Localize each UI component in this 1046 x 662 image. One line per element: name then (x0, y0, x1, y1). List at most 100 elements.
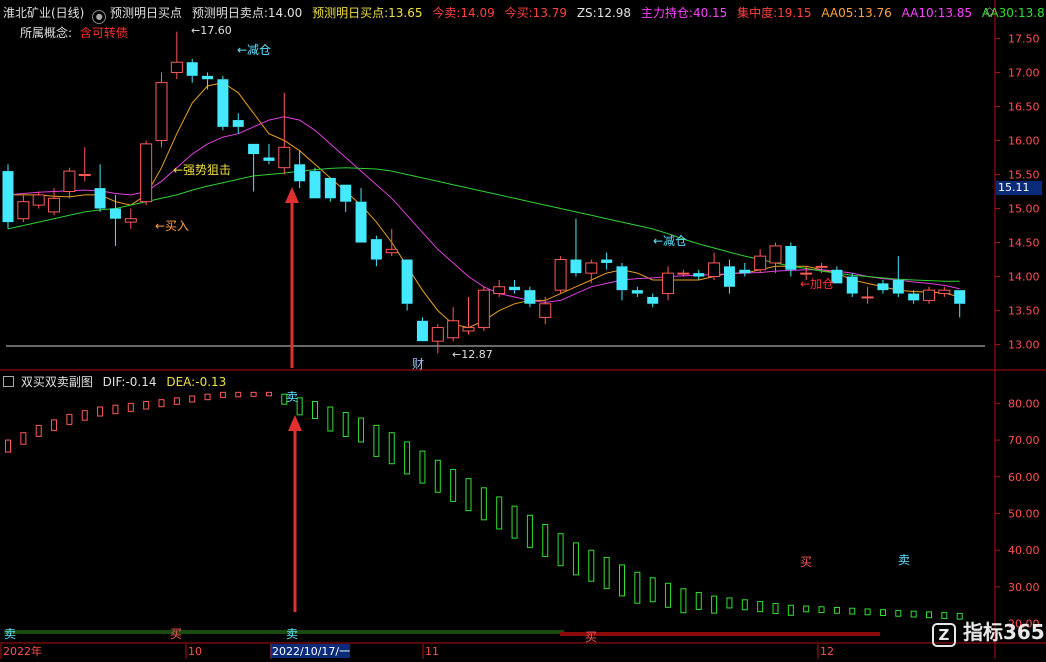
reduce-position-label: ←减仓 (653, 234, 687, 248)
stock-chart-svg[interactable]: 17.50 17.00 16.50 16.00 15.50 15.00 14.50 14.00… (0, 0, 1046, 659)
sub-bar (5, 439, 11, 453)
aa30-value: 13.8 (1017, 6, 1045, 20)
header-bar: 淮北矿业(日线) ● 预测明日买点 预测明日卖点:14.00 预测明日买点: 13… (3, 4, 1045, 24)
current-price-tag: 15.11 (996, 181, 1042, 195)
y-tick-label: 17.00 (1008, 66, 1040, 79)
concept-value[interactable]: 含可转债 (80, 26, 128, 40)
buy-signal-label: 买 (800, 555, 812, 569)
candle-body (48, 197, 61, 213)
sub-bar (127, 402, 134, 412)
sell-label: 预测明日卖点: (191, 6, 268, 20)
x-tick-label: 10 (188, 645, 202, 658)
candle-body (309, 171, 321, 199)
sub-bar (649, 577, 656, 603)
candle-body (248, 143, 260, 155)
sell-signal-label: 卖 (4, 627, 16, 641)
candle-body (662, 272, 675, 295)
sub-bar (250, 391, 257, 397)
main-hold-label: 主力持仓: (640, 6, 693, 20)
y-tick-label: 16.00 (1008, 134, 1040, 147)
candlesticks (2, 31, 966, 354)
candle-body (217, 79, 229, 127)
candle-body (509, 286, 521, 291)
candle-body (109, 208, 121, 219)
zs-value: 12.98 (596, 6, 632, 20)
candle-body (385, 248, 398, 254)
sub-bar (526, 514, 533, 548)
indicator-name[interactable]: 预测明日买点 (110, 6, 182, 20)
sub-bar (358, 417, 365, 443)
candle-body (892, 279, 904, 294)
sub-bar (97, 406, 104, 417)
candle-body (447, 320, 460, 339)
dea-label: DEA: (166, 375, 196, 389)
candle-body (355, 201, 367, 243)
y-tick-label: 14.00 (1008, 271, 1040, 284)
expand-icon[interactable]: ◇ (985, 4, 994, 18)
aa10-label: AA10: (901, 6, 938, 20)
sub-bar (496, 496, 503, 530)
sub-bar (20, 432, 27, 445)
candle-body (754, 255, 767, 271)
collapse-icon[interactable] (3, 376, 14, 387)
candle-body (431, 327, 444, 342)
sub-bar (634, 571, 641, 604)
conc-label: 集中度: (737, 6, 778, 20)
candle-body (631, 290, 643, 294)
sub-bar (926, 611, 932, 619)
candle-body (324, 177, 336, 199)
aa10-value: 13.85 (937, 6, 973, 20)
sub-bar (404, 441, 411, 475)
candle-body (186, 62, 198, 76)
candle-body (401, 259, 413, 304)
sub-bar (665, 582, 672, 608)
sub-bar (327, 406, 334, 432)
sub-bar (833, 606, 840, 614)
candle-body (263, 157, 275, 161)
zs-label: ZS: (576, 6, 597, 20)
candle-body (785, 245, 797, 270)
sell-value: 14.00 (267, 6, 303, 20)
buy-label: 预测明日买点: (312, 6, 389, 20)
sub-indicator-name[interactable]: 双买双卖副图 (21, 375, 93, 389)
sub-bar (342, 412, 349, 438)
gear-icon[interactable]: ● (92, 10, 107, 24)
candle-body (140, 143, 153, 203)
sub-bar (757, 601, 764, 613)
candle-body (462, 327, 475, 332)
chart-stage: 17.50 17.00 16.50 16.00 15.50 15.00 14.50 14.00… (0, 0, 1046, 659)
current-price-value: 15.11 (998, 181, 1030, 194)
sub-bar (480, 487, 487, 521)
candle-body (202, 75, 214, 80)
sub-bar (557, 533, 564, 567)
high-annotation: ←17.60 (191, 24, 232, 37)
reduce-position-label: ←减仓 (237, 43, 271, 57)
candle-body (723, 266, 735, 287)
candle-body (708, 262, 721, 278)
add-position-label: ←加仓 (800, 277, 834, 291)
candle-body (416, 320, 428, 342)
sub-bar (312, 401, 318, 420)
sub-bar (450, 468, 457, 502)
x-tick-label: 12 (820, 645, 834, 658)
candle-body (554, 259, 567, 291)
sub-y-tick-label: 60.00 (1008, 471, 1040, 484)
aa05-value: 13.76 (857, 6, 892, 20)
low-annotation: ←12.87 (452, 348, 493, 361)
sub-bar (204, 393, 211, 401)
sub-bar (879, 609, 886, 616)
candle-body (17, 201, 30, 220)
candle-body (493, 286, 506, 295)
sub-bar (143, 401, 150, 410)
y-tick-label: 17.50 (1008, 32, 1040, 45)
dif-label: DIF: (102, 375, 126, 389)
z-logo-icon: Z (932, 623, 956, 647)
sub-bar (895, 609, 902, 617)
dea-value: -0.13 (195, 375, 227, 389)
candle-body (278, 146, 291, 169)
conc-value: 19.15 (777, 6, 812, 20)
sub-header: 双买双卖副图 DIF:-0.14 DEA:-0.13 (3, 373, 226, 390)
date-cursor-label: 2022/10/17/一 (272, 645, 350, 658)
sub-bar (680, 588, 687, 614)
stock-title[interactable]: 淮北矿业(日线) (3, 6, 84, 20)
